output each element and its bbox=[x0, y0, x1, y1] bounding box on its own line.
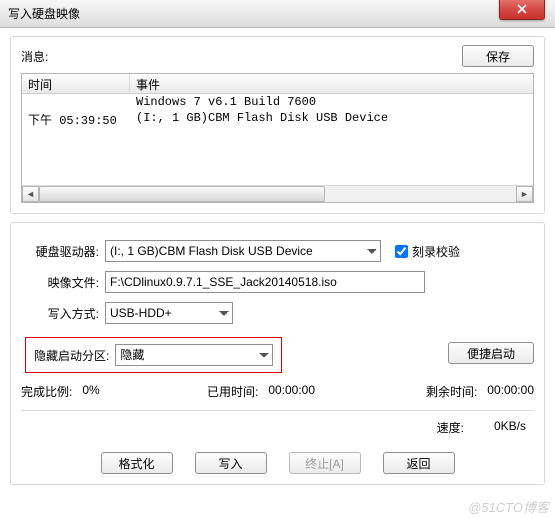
drive-label: 硬盘驱动器: bbox=[21, 243, 99, 260]
close-icon bbox=[517, 4, 527, 14]
log-row[interactable]: Windows 7 v6.1 Build 7600 bbox=[22, 94, 533, 110]
title-bar: 写入硬盘映像 bbox=[0, 0, 555, 28]
scroll-track[interactable] bbox=[39, 186, 516, 202]
elapsed-label: 已用时间: bbox=[207, 383, 258, 400]
burn-verify-label: 刻录校验 bbox=[412, 243, 460, 260]
abort-button[interactable]: 终止[A] bbox=[289, 452, 361, 474]
remain-label: 剩余时间: bbox=[426, 383, 477, 400]
remain-value: 00:00:00 bbox=[487, 383, 534, 400]
message-label: 消息: bbox=[21, 48, 462, 65]
percent-value: 0% bbox=[82, 383, 99, 400]
burn-verify-input[interactable] bbox=[395, 245, 408, 258]
hidden-partition-combo[interactable]: 隐藏 bbox=[115, 344, 273, 366]
speed-label: 速度: bbox=[437, 419, 464, 436]
log-cell-time bbox=[22, 94, 130, 110]
convenient-boot-button[interactable]: 便捷启动 bbox=[448, 342, 534, 364]
highlight-box: 隐藏启动分区: 隐藏 bbox=[25, 337, 282, 373]
elapsed-value: 00:00:00 bbox=[268, 383, 315, 400]
burn-verify-checkbox[interactable]: 刻录校验 bbox=[391, 242, 460, 261]
log-col-time[interactable]: 时间 bbox=[22, 74, 130, 93]
window-title: 写入硬盘映像 bbox=[8, 5, 80, 22]
save-button[interactable]: 保存 bbox=[462, 45, 534, 67]
horizontal-scrollbar[interactable]: ◄ ► bbox=[22, 185, 533, 202]
watermark: @51CTO博客 bbox=[468, 497, 549, 516]
divider bbox=[21, 410, 534, 411]
log-col-event[interactable]: 事件 bbox=[130, 74, 533, 93]
log-header: 时间 事件 bbox=[22, 74, 533, 94]
write-button[interactable]: 写入 bbox=[195, 452, 267, 474]
scroll-left-arrow-icon[interactable]: ◄ bbox=[22, 186, 39, 202]
log-cell-event: Windows 7 v6.1 Build 7600 bbox=[130, 94, 533, 110]
lower-group: 硬盘驱动器: (I:, 1 GB)CBM Flash Disk USB Devi… bbox=[10, 222, 545, 485]
log-cell-event: (I:, 1 GB)CBM Flash Disk USB Device bbox=[130, 110, 533, 129]
log-cell-time: 下午 05:39:50 bbox=[22, 110, 130, 129]
percent-label: 完成比例: bbox=[21, 383, 72, 400]
log-row[interactable]: 下午 05:39:50 (I:, 1 GB)CBM Flash Disk USB… bbox=[22, 110, 533, 129]
log-body: Windows 7 v6.1 Build 7600 下午 05:39:50 (I… bbox=[22, 94, 533, 185]
drive-combo[interactable]: (I:, 1 GB)CBM Flash Disk USB Device bbox=[105, 240, 381, 262]
scroll-right-arrow-icon[interactable]: ► bbox=[516, 186, 533, 202]
format-button[interactable]: 格式化 bbox=[101, 452, 173, 474]
log-listview: 时间 事件 Windows 7 v6.1 Build 7600 下午 05:39… bbox=[21, 73, 534, 203]
scroll-thumb[interactable] bbox=[39, 186, 325, 202]
write-mode-combo[interactable]: USB-HDD+ bbox=[105, 302, 233, 324]
image-file-label: 映像文件: bbox=[21, 274, 99, 291]
back-button[interactable]: 返回 bbox=[383, 452, 455, 474]
speed-value: 0KB/s bbox=[494, 419, 526, 436]
image-file-input[interactable] bbox=[105, 271, 425, 293]
write-mode-label: 写入方式: bbox=[21, 305, 99, 322]
hidden-partition-label: 隐藏启动分区: bbox=[34, 347, 109, 364]
close-button[interactable] bbox=[499, 0, 545, 20]
upper-group: 消息: 保存 时间 事件 Windows 7 v6.1 Build 7600 下… bbox=[10, 36, 545, 214]
